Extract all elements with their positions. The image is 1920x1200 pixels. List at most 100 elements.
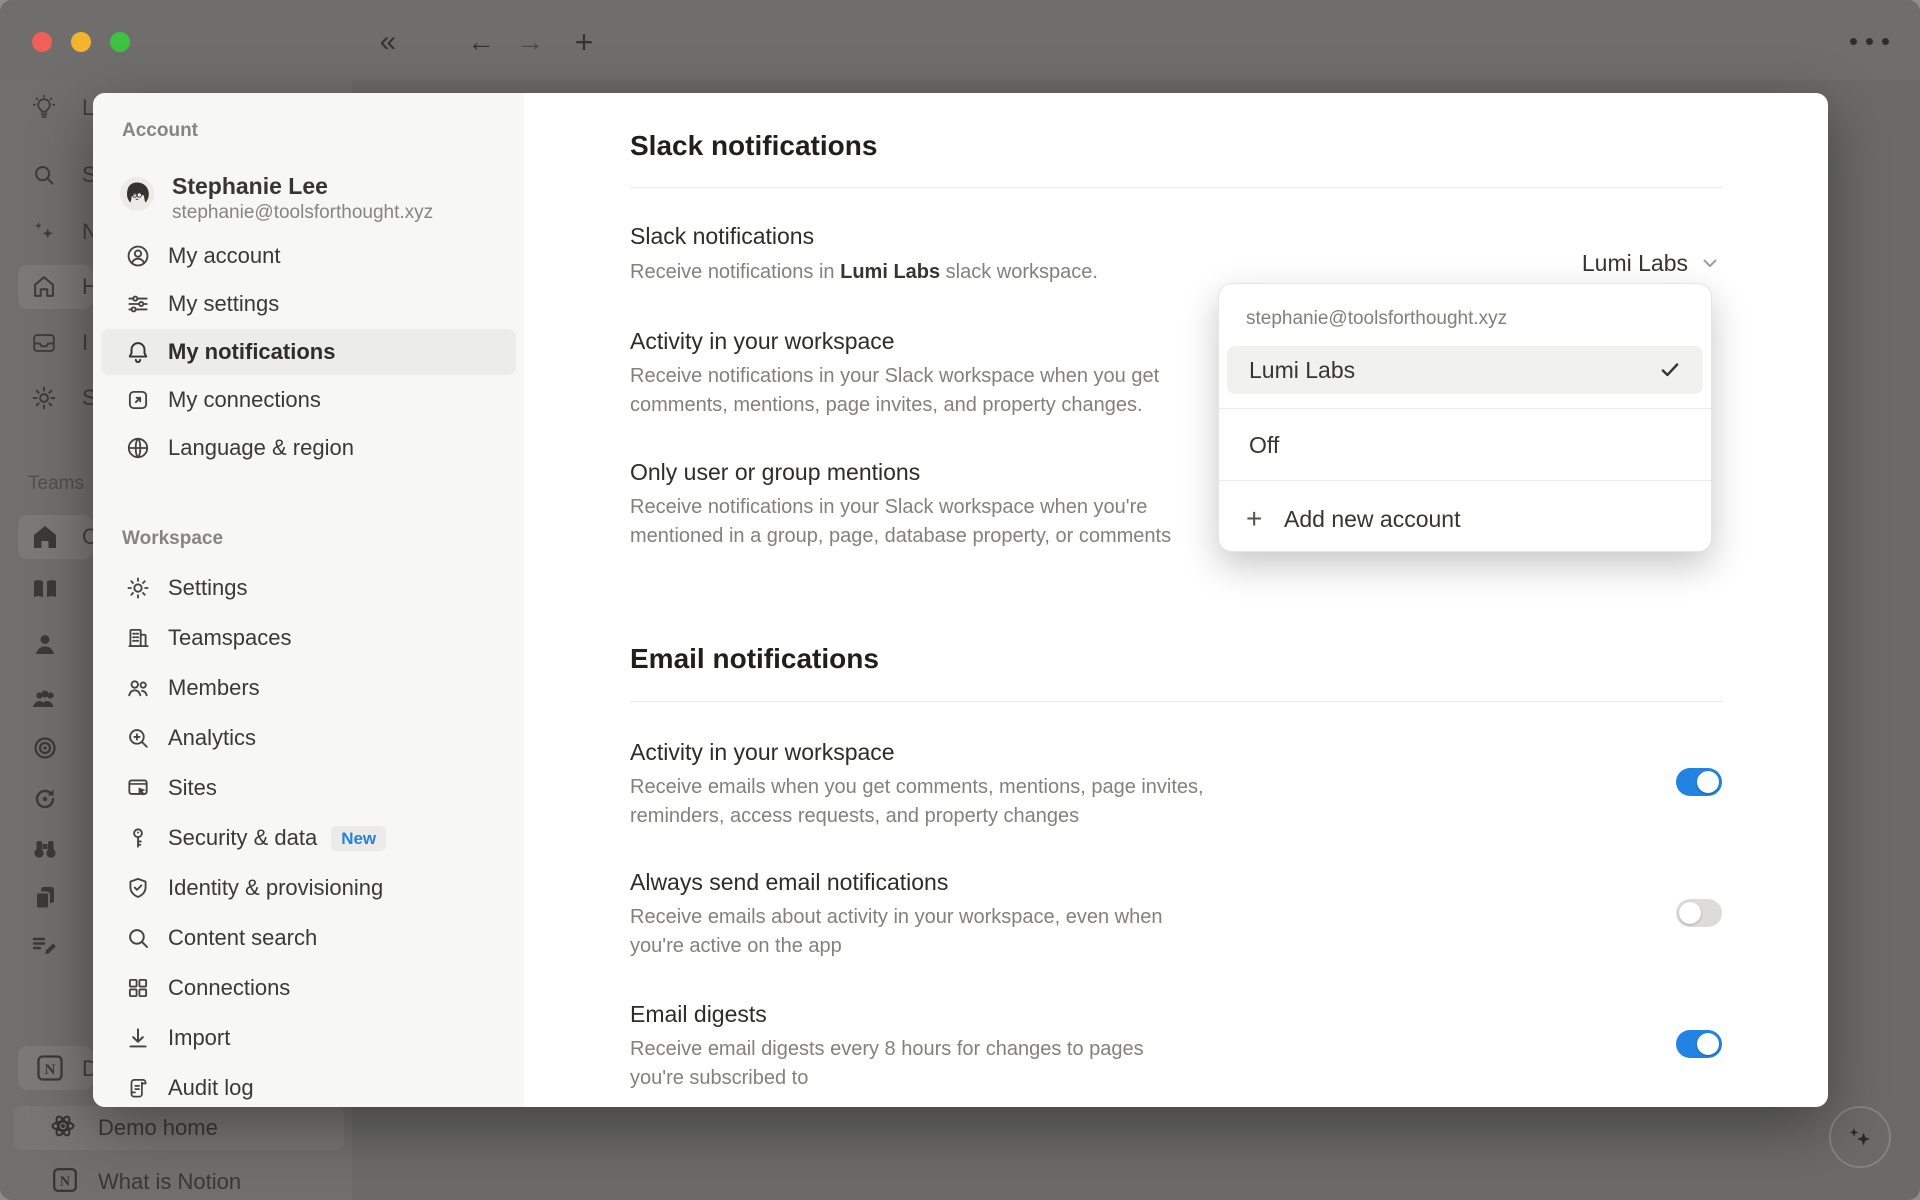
target-icon[interactable]: [30, 733, 60, 763]
toggle-email-activity[interactable]: [1676, 768, 1722, 796]
dropdown-add-new-account[interactable]: + Add new account: [1219, 494, 1711, 544]
person-circle-icon: [125, 243, 151, 269]
sidebar-collapse-button[interactable]: «: [368, 24, 408, 60]
dropdown-add-label: Add new account: [1284, 506, 1460, 533]
avatar: [120, 177, 154, 211]
people-icon[interactable]: [30, 685, 60, 715]
sidebar-item-label: Security & data: [168, 825, 317, 851]
sidebar-item-language-region[interactable]: Language & region: [101, 425, 516, 471]
binoculars-icon[interactable]: [30, 834, 60, 864]
chevron-down-icon: [1700, 253, 1720, 273]
home-filled-icon[interactable]: [30, 522, 60, 552]
dropdown-divider: [1219, 480, 1711, 481]
sidebar-item-sites[interactable]: Sites: [101, 765, 516, 811]
sidebar-page-what-is-notion[interactable]: What is Notion: [98, 1167, 241, 1197]
sliders-icon: [125, 291, 151, 317]
sidebar-item-analytics[interactable]: Analytics: [101, 715, 516, 761]
members-icon: [125, 675, 151, 701]
minimize-button[interactable]: [71, 32, 91, 52]
sites-icon: [125, 775, 151, 801]
edit-icon[interactable]: [30, 931, 60, 961]
gear-icon: [125, 575, 151, 601]
atom-icon[interactable]: [48, 1111, 78, 1141]
sidebar-item-label: Members: [168, 675, 260, 701]
sidebar-item-my-settings[interactable]: My settings: [101, 281, 516, 327]
user-email: stephanie@toolsforthought.xyz: [172, 201, 433, 225]
dropdown-item-off[interactable]: Off: [1219, 422, 1711, 468]
sidebar-item-settings[interactable]: Settings: [101, 565, 516, 611]
setting-row-title: Slack notifications: [630, 222, 814, 250]
settings-content: Slack notifications Slack notifications …: [524, 93, 1828, 1107]
sidebar-page-demo-home[interactable]: Demo home: [98, 1113, 218, 1143]
sidebar-item-audit-log[interactable]: Audit log: [101, 1065, 516, 1111]
slack-workspace-value: Lumi Labs: [1582, 249, 1688, 277]
workspace-section-header: Workspace: [122, 528, 223, 550]
setting-row-desc: Receive email digests every 8 hours for …: [630, 1035, 1144, 1093]
sidebar-item-label: Import: [168, 1025, 230, 1051]
slack-workspace-select[interactable]: Lumi Labs: [1582, 249, 1720, 277]
gear-icon[interactable]: [30, 384, 58, 412]
notion-ai-button[interactable]: [1829, 1106, 1891, 1168]
dropdown-item-label: Lumi Labs: [1249, 357, 1659, 384]
globe-icon: [125, 435, 151, 461]
sidebar-item-security-data[interactable]: Security & data New: [101, 815, 516, 861]
sidebar-item-connections[interactable]: Connections: [101, 965, 516, 1011]
analytics-icon: [125, 725, 151, 751]
toggle-always-send-email[interactable]: [1676, 899, 1722, 927]
pages-icon[interactable]: [30, 883, 60, 913]
back-button[interactable]: ←: [461, 24, 501, 60]
plus-icon: +: [1246, 503, 1284, 535]
more-menu-button[interactable]: [1850, 38, 1889, 45]
sidebar-item-teamspaces[interactable]: Teamspaces: [101, 615, 516, 661]
email-section-title: Email notifications: [630, 642, 879, 676]
setting-row-title: Only user or group mentions: [630, 458, 920, 486]
sidebar-item-my-account[interactable]: My account: [101, 233, 516, 279]
sparkles-icon[interactable]: [30, 218, 58, 246]
sidebar-item-identity-provisioning[interactable]: Identity & provisioning: [101, 865, 516, 911]
setting-row-title: Always send email notifications: [630, 868, 948, 896]
setting-row-title: Email digests: [630, 1000, 767, 1028]
inbox-icon[interactable]: [30, 329, 58, 357]
svg-text:N: N: [60, 1174, 70, 1190]
svg-text:N: N: [45, 1062, 56, 1078]
sidebar-item-label: Audit log: [168, 1075, 254, 1101]
close-button[interactable]: [32, 32, 52, 52]
settings-sidebar: Account Stephanie Lee stephanie@toolsfor…: [93, 93, 524, 1107]
lightbulb-icon[interactable]: [30, 94, 58, 122]
sidebar-item-members[interactable]: Members: [101, 665, 516, 711]
sidebar-item-label: My account: [168, 243, 281, 269]
divider: [630, 187, 1723, 188]
sidebar-item-my-connections[interactable]: My connections: [101, 377, 516, 423]
person-icon[interactable]: [30, 630, 60, 660]
dropdown-item-lumi-labs[interactable]: Lumi Labs: [1227, 346, 1703, 394]
notion-page-icon[interactable]: N: [50, 1165, 80, 1195]
forward-button[interactable]: →: [510, 24, 550, 60]
search-icon[interactable]: [30, 161, 58, 189]
setting-row-title: Activity in your workspace: [630, 738, 895, 766]
ai-sparkles-icon: [1843, 1120, 1877, 1154]
home-icon[interactable]: [30, 273, 58, 301]
toggle-email-digests[interactable]: [1676, 1030, 1722, 1058]
notion-box-icon[interactable]: N: [34, 1052, 66, 1084]
backdrop-titlebar: [0, 0, 1920, 80]
setting-row-desc: Receive emails when you get comments, me…: [630, 773, 1204, 831]
book-icon[interactable]: [30, 575, 60, 605]
new-tab-button[interactable]: +: [564, 24, 604, 60]
sidebar-item-label: Teamspaces: [168, 625, 292, 651]
sidebar-item-content-search[interactable]: Content search: [101, 915, 516, 961]
sidebar-item-label: My settings: [168, 291, 279, 317]
sidebar-item-label: Identity & provisioning: [168, 875, 383, 901]
setting-row-desc: Receive notifications in your Slack work…: [630, 493, 1171, 551]
setting-row-desc: Receive emails about activity in your wo…: [630, 903, 1162, 961]
shield-check-icon: [125, 875, 151, 901]
sidebar-item-my-notifications[interactable]: My notifications: [101, 329, 516, 375]
divider: [630, 701, 1723, 702]
user-name: Stephanie Lee: [172, 173, 328, 199]
scroll-icon: [125, 1075, 151, 1101]
sync-icon[interactable]: [30, 784, 60, 814]
sidebar-item-import[interactable]: Import: [101, 1015, 516, 1061]
search-icon: [125, 925, 151, 951]
zoom-button[interactable]: [110, 32, 130, 52]
sidebar-item-label: Settings: [168, 575, 248, 601]
dropdown-account-header: stephanie@toolsforthought.xyz: [1246, 308, 1507, 330]
